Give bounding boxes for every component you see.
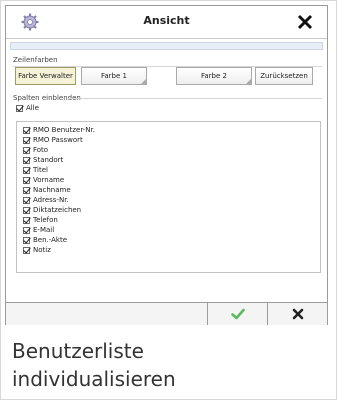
- fold-icon: [141, 79, 146, 84]
- color-manager-label: Farbe Verwalter: [18, 72, 73, 80]
- color-1-label: Farbe 1: [101, 72, 127, 80]
- color-1-button[interactable]: Farbe 1: [81, 67, 147, 85]
- caption: Benutzerliste individualisieren: [12, 337, 176, 393]
- column-label: Diktatzeichen: [33, 206, 82, 214]
- reset-label: Zurücksetzen: [260, 72, 308, 80]
- column-checkbox[interactable]: [23, 217, 30, 224]
- column-checkbox[interactable]: [23, 177, 30, 184]
- fold-icon: [246, 79, 251, 84]
- column-label: Ben.-Akte: [33, 236, 68, 244]
- column-label: E-Mail: [33, 226, 55, 234]
- dialog-titlebar: Ansicht: [6, 6, 327, 39]
- column-label: RMO Passwort: [33, 136, 83, 144]
- column-checkbox[interactable]: [23, 187, 30, 194]
- view-dialog: Ansicht Zeilenfarben Farbe Verwalter Far…: [5, 5, 328, 325]
- caption-line-1: Benutzerliste: [12, 339, 144, 363]
- column-checkbox[interactable]: [23, 207, 30, 214]
- all-checkbox[interactable]: [16, 105, 23, 112]
- column-label: Nachname: [33, 186, 71, 194]
- column-checkbox[interactable]: [23, 167, 30, 174]
- close-icon: [297, 14, 313, 30]
- column-checkbox[interactable]: [23, 227, 30, 234]
- column-checkbox[interactable]: [23, 197, 30, 204]
- columns-list[interactable]: RMO Benutzer-Nr. RMO Passwort Foto Stand…: [16, 121, 321, 273]
- close-button[interactable]: [297, 9, 313, 36]
- reset-button[interactable]: Zurücksetzen: [255, 67, 313, 85]
- column-label: Telefon: [33, 216, 58, 224]
- caption-line-2: individualisieren: [12, 367, 176, 391]
- column-label: Adress-Nr.: [33, 196, 69, 204]
- column-checkbox[interactable]: [23, 247, 30, 254]
- column-label: Notiz: [33, 246, 51, 254]
- column-label: Standort: [33, 156, 64, 164]
- column-checkbox[interactable]: [23, 147, 30, 154]
- column-checkbox[interactable]: [23, 137, 30, 144]
- column-label: Titel: [33, 166, 49, 174]
- column-label: RMO Benutzer-Nr.: [33, 126, 95, 134]
- column-checkbox[interactable]: [23, 237, 30, 244]
- column-label: Vorname: [33, 176, 65, 184]
- check-icon: [230, 308, 245, 320]
- column-checkbox[interactable]: [23, 127, 30, 134]
- divider: [68, 98, 322, 99]
- dialog-subbar: [10, 42, 323, 50]
- color-2-button[interactable]: Farbe 2: [176, 67, 252, 85]
- color-manager-button[interactable]: Farbe Verwalter: [15, 67, 76, 85]
- cross-icon: [292, 308, 303, 320]
- color-2-label: Farbe 2: [201, 72, 227, 80]
- dialog-title: Ansicht: [143, 14, 190, 27]
- cancel-button[interactable]: [267, 303, 327, 325]
- row-colors-label: Zeilenfarben: [13, 56, 58, 64]
- confirm-button[interactable]: [207, 303, 267, 325]
- dialog-footer: [6, 302, 327, 325]
- thumbnail-frame: Ansicht Zeilenfarben Farbe Verwalter Far…: [0, 0, 337, 400]
- all-checkbox-label: Alle: [26, 104, 39, 112]
- column-label: Foto: [33, 146, 49, 154]
- column-checkbox[interactable]: [23, 157, 30, 164]
